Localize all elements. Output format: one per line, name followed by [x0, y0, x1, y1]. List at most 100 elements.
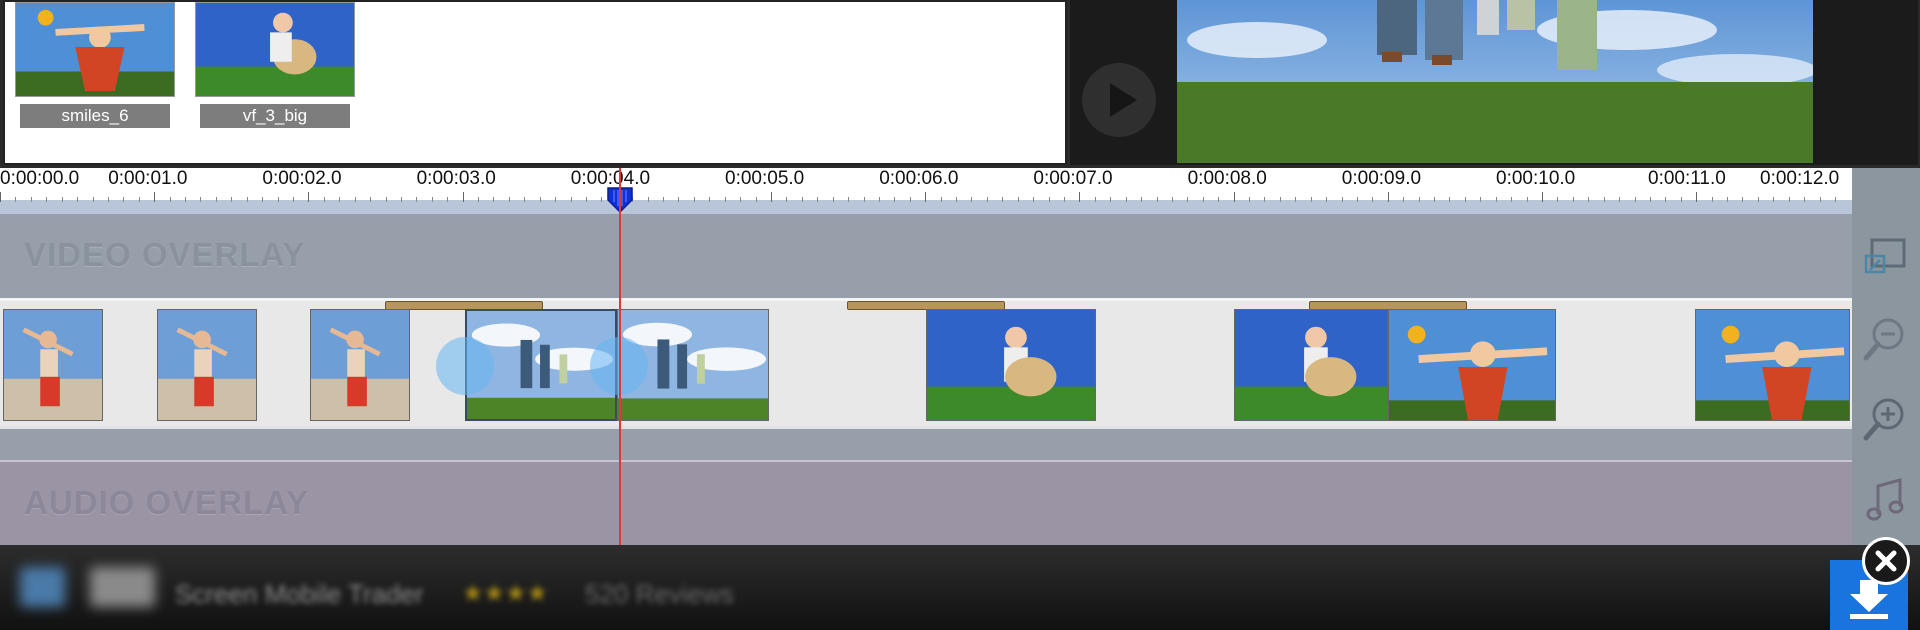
ad-banner[interactable]: Screen Mobile Trader ★★★★ 520 Reviews — [0, 545, 1920, 630]
ruler-minor-tick — [400, 197, 402, 202]
ruler-minor-tick — [385, 197, 387, 202]
ruler-minor-tick — [1480, 197, 1482, 202]
ruler-major-tick — [154, 192, 156, 202]
ruler-minor-tick — [169, 197, 171, 202]
media-thumbnail — [195, 2, 355, 97]
ruler-minor-tick — [1403, 197, 1405, 202]
ruler-minor-tick — [1141, 197, 1143, 202]
ruler-tick-label: 0:00:11.0 — [1648, 168, 1726, 189]
play-icon — [1110, 83, 1137, 117]
ruler-tick-label: 0:00:03.0 — [416, 168, 496, 189]
ruler-minor-tick — [817, 197, 819, 202]
media-label: smiles_6 — [20, 104, 170, 128]
ruler-tick-label: 0:00:00.0 — [0, 168, 80, 189]
media-item-vf-3-big[interactable]: vf_3_big — [195, 2, 355, 128]
ruler-minor-tick — [647, 197, 649, 202]
ruler-minor-tick — [1418, 197, 1420, 202]
ruler-minor-tick — [30, 197, 32, 202]
ruler-minor-tick — [1171, 197, 1173, 202]
ruler-minor-tick — [493, 197, 495, 202]
ruler-minor-tick — [848, 197, 850, 202]
ruler-minor-tick — [971, 197, 973, 202]
ruler-minor-tick — [1526, 197, 1528, 202]
timeline-ruler[interactable]: 0:00:00.0 0:00:01.0 0:00:02.0 0:00:03.0 0:00… — [0, 168, 1852, 214]
ruler-minor-tick — [262, 197, 264, 202]
close-ad-button[interactable] — [1862, 537, 1910, 585]
ruler-minor-tick — [200, 197, 202, 202]
ruler-minor-tick — [1572, 197, 1574, 202]
ruler-minor-tick — [786, 197, 788, 202]
zoom-out-icon[interactable] — [1862, 314, 1910, 362]
ruler-minor-tick — [123, 197, 125, 202]
ruler-minor-tick — [693, 197, 695, 202]
clip-thumbnail[interactable] — [1388, 309, 1556, 421]
music-note-icon[interactable] — [1862, 476, 1910, 524]
video-overlay-track[interactable]: VIDEO OVERLAY — [0, 214, 1852, 298]
play-button[interactable] — [1082, 63, 1156, 137]
ruler-tick-label: 0:00:09.0 — [1341, 168, 1422, 189]
crop-overlay-icon[interactable] — [1862, 234, 1910, 282]
ruler-minor-tick — [1125, 197, 1127, 202]
ruler-minor-tick — [1773, 197, 1775, 202]
ruler-minor-tick — [370, 197, 372, 202]
ruler-major-tick — [925, 192, 927, 202]
ad-text: Screen Mobile Trader — [175, 579, 424, 609]
main-video-track[interactable] — [0, 298, 1852, 426]
ruler-minor-tick — [709, 197, 711, 202]
ruler-tick-label: 0:00:05.0 — [725, 168, 805, 189]
ruler-minor-tick — [1742, 197, 1744, 202]
ruler-minor-tick — [15, 197, 17, 202]
ruler-minor-tick — [1788, 197, 1790, 202]
ruler-minor-tick — [1341, 197, 1343, 202]
ruler-minor-tick — [755, 197, 757, 202]
ruler-minor-tick — [1202, 197, 1204, 202]
ruler-minor-tick — [1279, 197, 1281, 202]
preview-frame — [1177, 0, 1813, 163]
clip-thumbnail[interactable] — [157, 309, 257, 421]
ruler-minor-tick — [1017, 197, 1019, 202]
media-label: vf_3_big — [200, 104, 350, 128]
clip-thumbnail[interactable] — [926, 309, 1096, 421]
ruler-minor-tick — [801, 197, 803, 202]
transition-marker[interactable] — [436, 337, 494, 395]
ruler-minor-tick — [940, 197, 942, 202]
ruler-minor-tick — [1757, 197, 1759, 202]
clip-thumbnail[interactable] — [310, 309, 410, 421]
ruler-minor-tick — [292, 197, 294, 202]
ruler-minor-tick — [478, 197, 480, 202]
preview-panel — [1070, 0, 1918, 165]
ruler-minor-tick — [863, 197, 865, 202]
playhead-line — [619, 168, 621, 545]
clip-thumbnail[interactable] — [3, 309, 103, 421]
ad-app-icon — [20, 567, 65, 607]
media-item-smiles-6[interactable]: smiles_6 — [15, 2, 175, 128]
ruler-tick-label: 0:00:01.0 — [108, 168, 188, 189]
ruler-tick-label: 0:00:08.0 — [1187, 168, 1267, 189]
zoom-in-icon[interactable] — [1862, 394, 1910, 442]
ruler-major-tick — [771, 192, 772, 202]
ruler-minor-tick — [663, 197, 665, 202]
ruler-minor-tick — [585, 197, 587, 202]
ruler-major-tick — [1387, 192, 1389, 202]
ruler-minor-tick — [1326, 197, 1328, 202]
ruler-minor-tick — [508, 197, 510, 202]
ruler-minor-tick — [1603, 197, 1605, 202]
ruler-minor-tick — [1048, 197, 1050, 202]
clip-thumbnail[interactable] — [1695, 309, 1850, 421]
ruler-minor-tick — [1634, 197, 1636, 202]
ruler-minor-tick — [323, 197, 325, 202]
ruler-minor-tick — [1002, 197, 1004, 202]
ruler-minor-tick — [1511, 197, 1513, 202]
ruler-minor-tick — [416, 197, 418, 202]
audio-overlay-track[interactable]: AUDIO OVERLAY — [0, 460, 1852, 545]
ruler-minor-tick — [1187, 197, 1189, 202]
ruler-minor-tick — [1156, 197, 1158, 202]
ruler-minor-tick — [1218, 197, 1220, 202]
clip-thumbnail[interactable] — [1234, 309, 1388, 421]
ruler-minor-tick — [92, 197, 94, 202]
ruler-minor-tick — [555, 197, 557, 202]
ruler-band — [0, 200, 1852, 214]
ruler-minor-tick — [1249, 197, 1251, 202]
ruler-minor-tick — [1264, 197, 1266, 202]
ruler-minor-tick — [1434, 197, 1436, 202]
